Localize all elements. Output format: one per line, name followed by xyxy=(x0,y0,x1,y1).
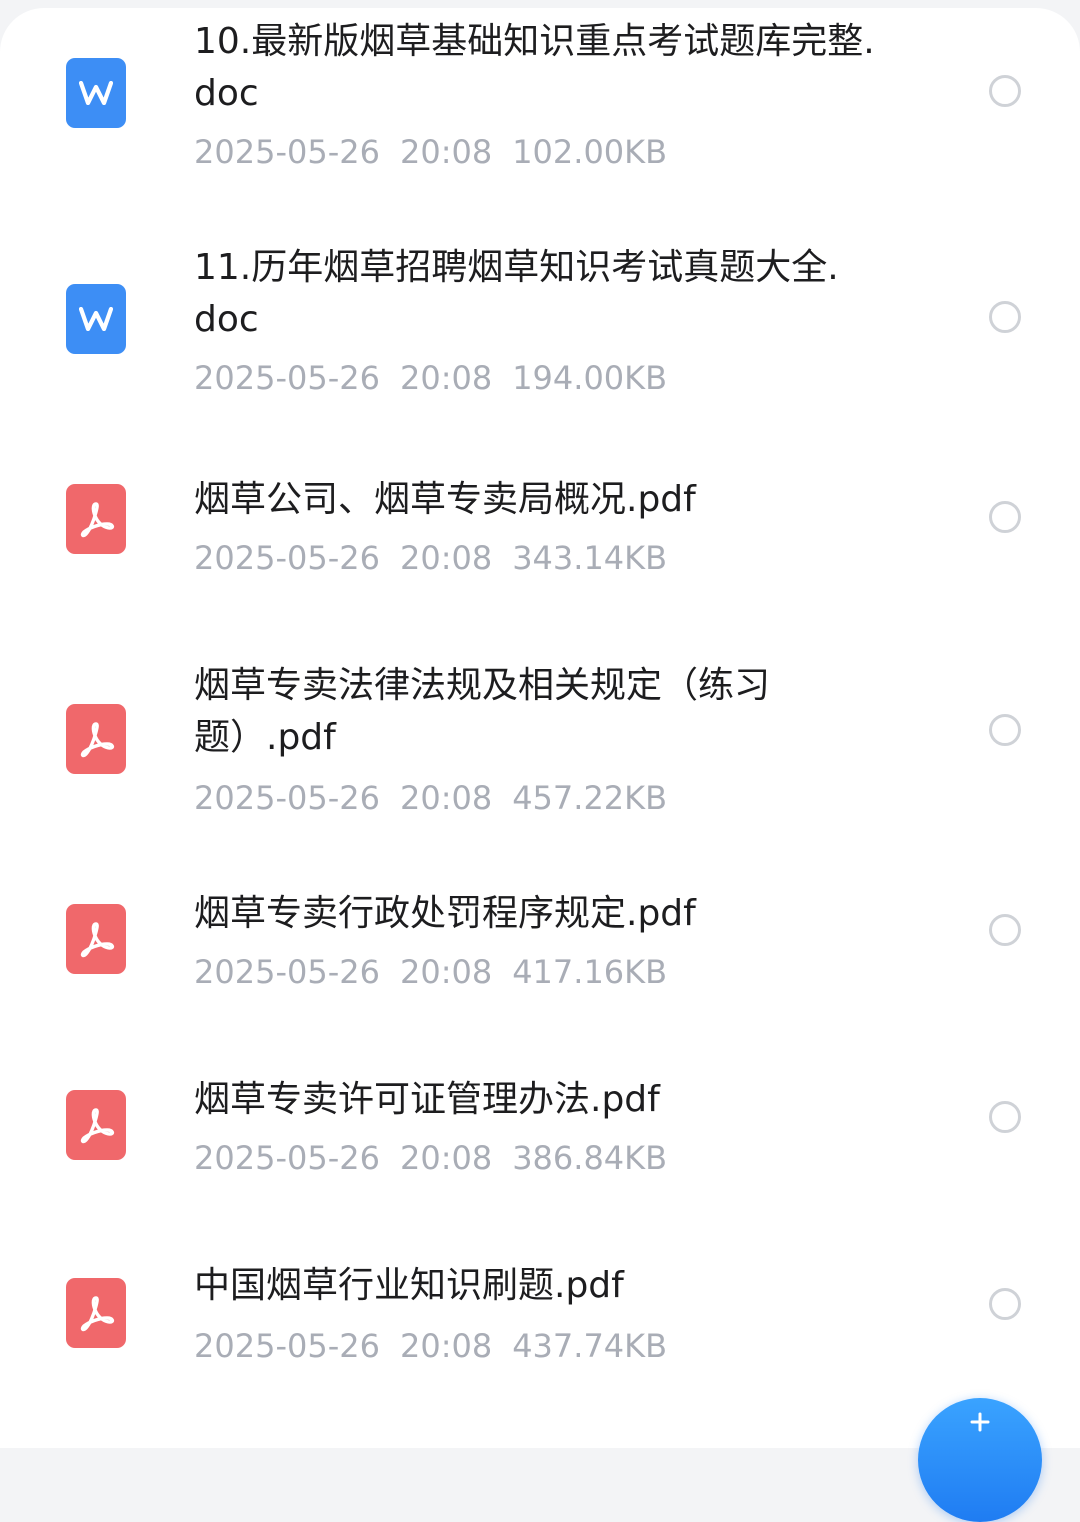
pdf-icon xyxy=(66,1090,126,1160)
file-date: 2025-05-26 xyxy=(194,953,380,991)
file-meta: 2025-05-26 20:08 386.84KB xyxy=(194,1138,687,1178)
select-radio[interactable] xyxy=(989,714,1021,746)
file-size: 386.84KB xyxy=(512,1139,668,1177)
plus-icon xyxy=(970,1412,990,1432)
pdf-icon xyxy=(66,704,126,774)
fab-button[interactable] xyxy=(918,1398,1042,1522)
file-meta: 2025-05-26 20:08 194.00KB xyxy=(194,358,687,398)
pdf-icon xyxy=(66,1278,126,1348)
file-date: 2025-05-26 xyxy=(194,133,380,171)
word-doc-icon xyxy=(66,58,126,128)
file-time: 20:08 xyxy=(399,779,493,817)
file-name: 烟草公司、烟草专卖局概况.pdf xyxy=(194,479,696,520)
select-radio[interactable] xyxy=(989,1101,1021,1133)
pdf-icon xyxy=(66,484,126,554)
select-radio[interactable] xyxy=(989,75,1021,107)
file-size: 102.00KB xyxy=(512,133,668,171)
file-name: 烟草专卖许可证管理办法.pdf xyxy=(194,1079,660,1120)
word-doc-icon xyxy=(66,284,126,354)
file-time: 20:08 xyxy=(399,1327,493,1365)
file-size: 343.14KB xyxy=(512,539,668,577)
file-meta: 2025-05-26 20:08 457.22KB xyxy=(194,778,687,818)
file-time: 20:08 xyxy=(399,953,493,991)
file-name: 烟草专卖行政处罚程序规定.pdf xyxy=(194,893,696,934)
select-radio[interactable] xyxy=(989,1288,1021,1320)
file-date: 2025-05-26 xyxy=(194,779,380,817)
file-date: 2025-05-26 xyxy=(194,1327,380,1365)
file-time: 20:08 xyxy=(399,359,493,397)
file-meta: 2025-05-26 20:08 437.74KB xyxy=(194,1326,687,1366)
file-size: 417.16KB xyxy=(512,953,668,991)
file-time: 20:08 xyxy=(399,539,493,577)
file-meta: 2025-05-26 20:08 417.16KB xyxy=(194,952,687,992)
file-date: 2025-05-26 xyxy=(194,539,380,577)
file-size: 194.00KB xyxy=(512,359,668,397)
file-name: 烟草专卖法律法规及相关规定（练习题）.pdf xyxy=(194,665,771,758)
file-time: 20:08 xyxy=(399,133,493,171)
file-date: 2025-05-26 xyxy=(194,1139,380,1177)
select-radio[interactable] xyxy=(989,914,1021,946)
file-list-sheet: 10.最新版烟草基础知识重点考试题库完整.doc 2025-05-26 20:08… xyxy=(0,8,1080,1448)
file-date: 2025-05-26 xyxy=(194,359,380,397)
select-radio[interactable] xyxy=(989,301,1021,333)
file-meta: 2025-05-26 20:08 102.00KB xyxy=(194,132,687,172)
select-radio[interactable] xyxy=(989,501,1021,533)
file-list: 10.最新版烟草基础知识重点考试题库完整.doc 2025-05-26 20:08… xyxy=(0,8,1080,1448)
file-name: 中国烟草行业知识刷题.pdf xyxy=(194,1265,624,1306)
file-name: 10.最新版烟草基础知识重点考试题库完整.doc xyxy=(194,21,875,114)
file-size: 457.22KB xyxy=(512,779,668,817)
file-time: 20:08 xyxy=(399,1139,493,1177)
file-size: 437.74KB xyxy=(512,1327,668,1365)
pdf-icon xyxy=(66,904,126,974)
file-meta: 2025-05-26 20:08 343.14KB xyxy=(194,538,687,578)
file-name: 11.历年烟草招聘烟草知识考试真题大全.doc xyxy=(194,247,839,340)
